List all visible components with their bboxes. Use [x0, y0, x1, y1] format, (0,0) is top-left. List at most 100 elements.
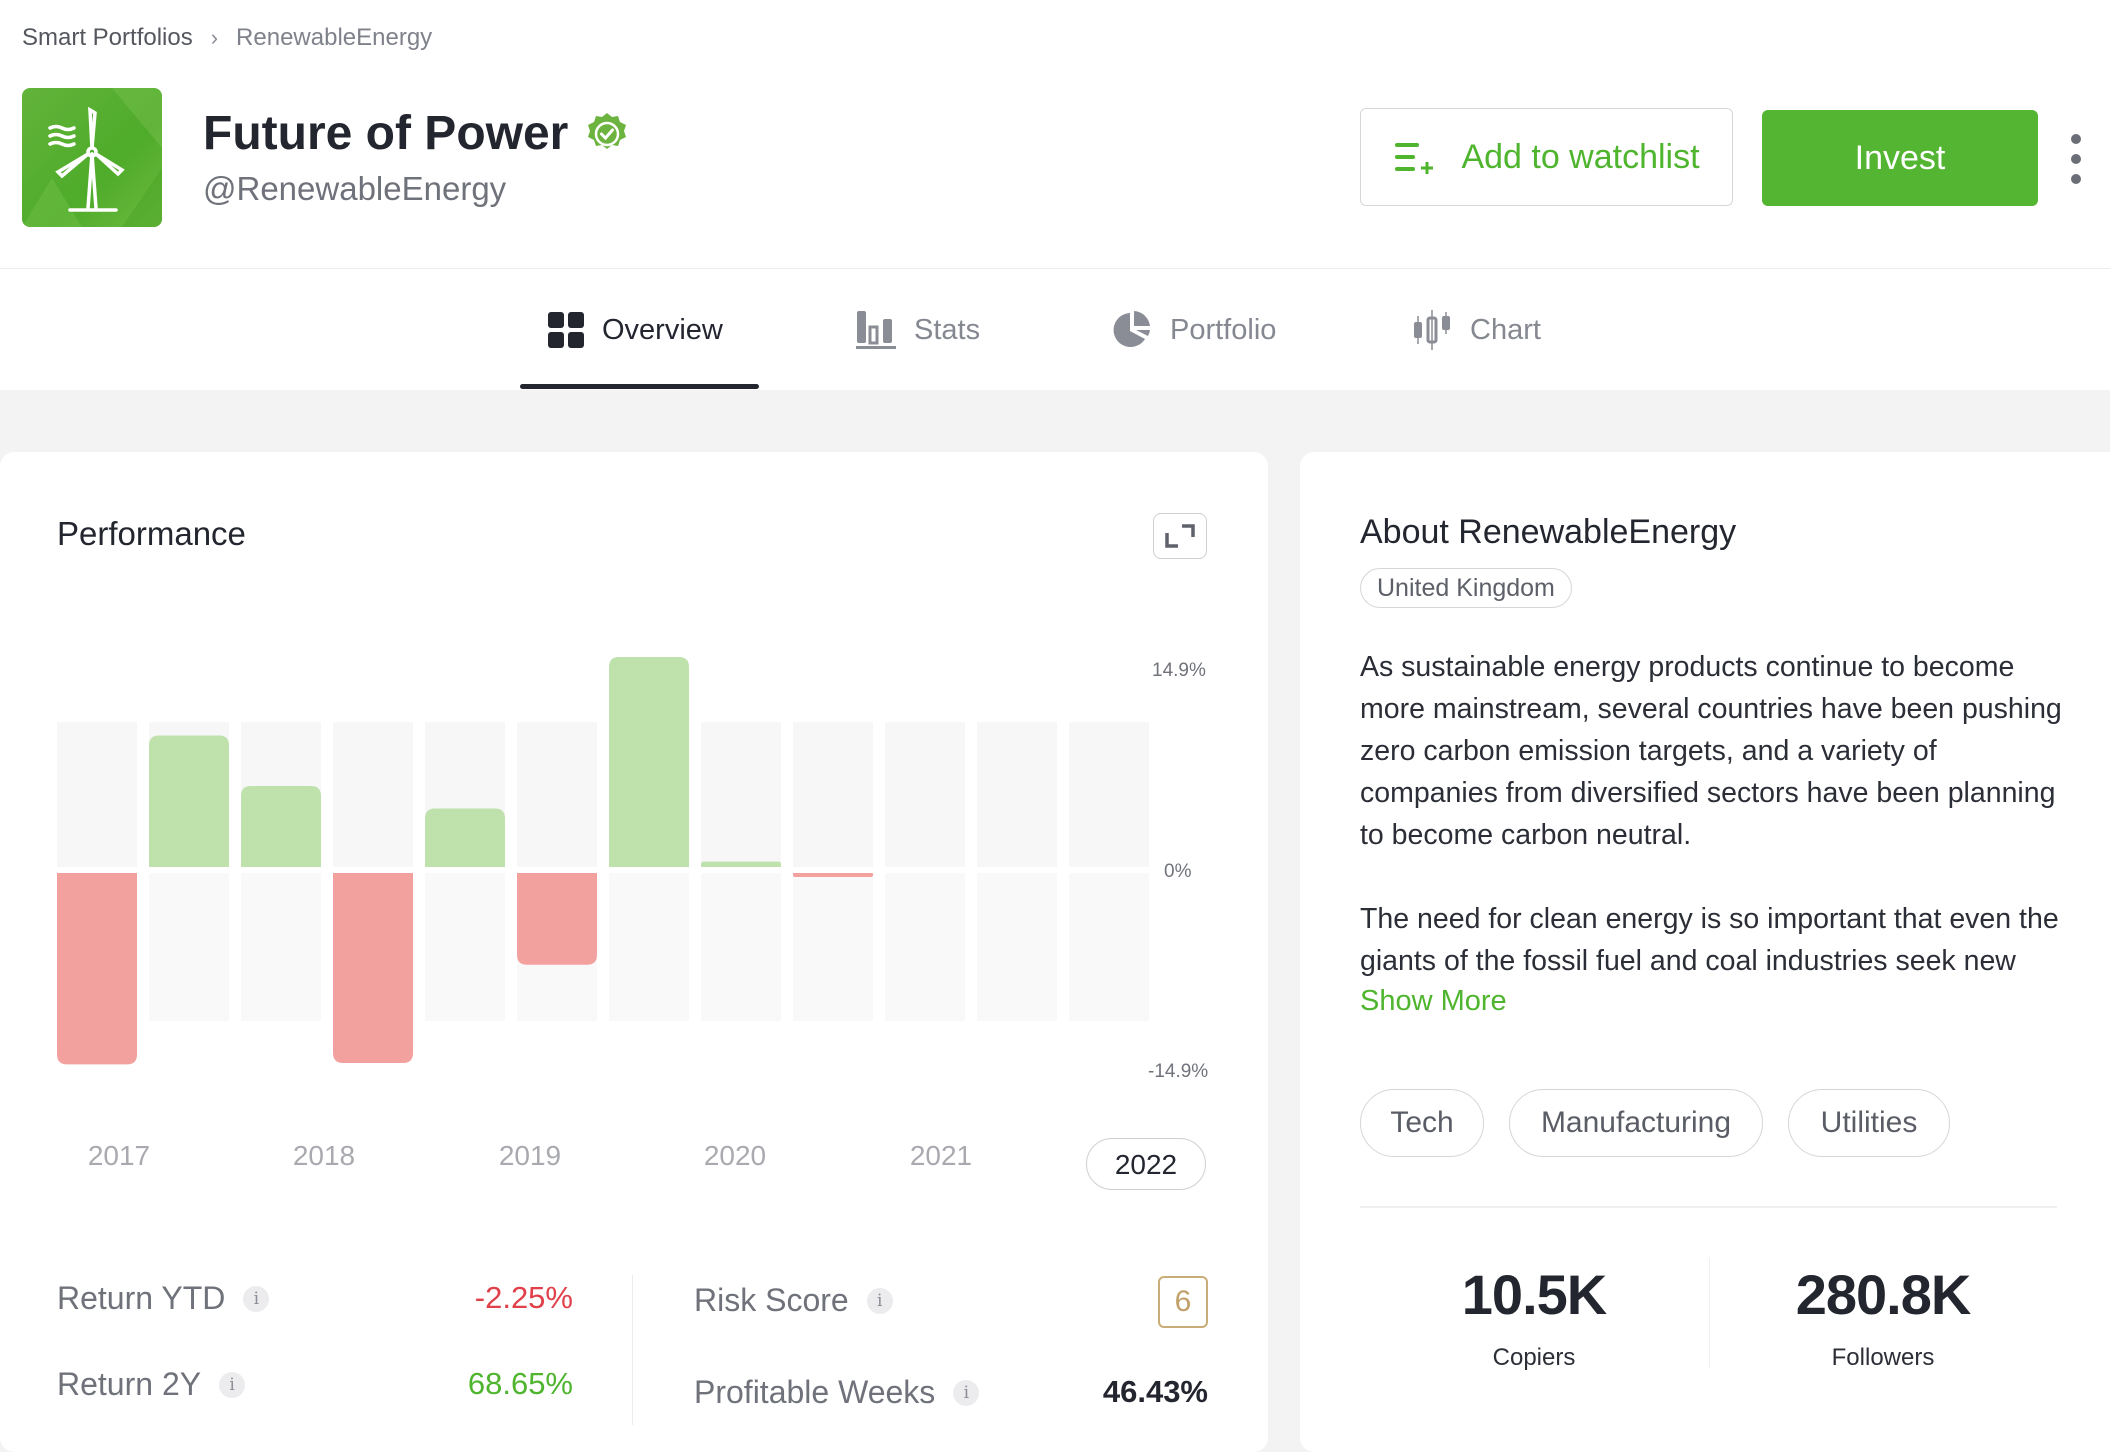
followers-count: 280.8K	[1795, 1263, 1972, 1326]
bar-jul[interactable]	[609, 657, 689, 867]
risk-score-badge: 6	[1158, 1276, 1208, 1328]
year-2018[interactable]: 2018	[264, 1140, 384, 1172]
candlestick-icon	[1414, 310, 1450, 350]
pie-chart-icon	[1113, 311, 1150, 347]
bar-chart-icon	[856, 311, 896, 349]
return-ytd-label: Return YTD i	[57, 1280, 270, 1317]
stats-divider	[632, 1275, 633, 1425]
stat-label-text: Risk Score	[694, 1282, 849, 1318]
bar-sep[interactable]	[793, 873, 873, 877]
tag-tech[interactable]: Tech	[1360, 1089, 1484, 1157]
expand-chart-button[interactable]	[1153, 513, 1207, 559]
about-paragraph-2: The need for clean energy is so importan…	[1360, 903, 2059, 977]
bar-jun[interactable]	[517, 873, 597, 965]
bar-jan[interactable]	[57, 873, 137, 1065]
info-icon[interactable]: i	[866, 1287, 893, 1314]
y-tick-label: 0%	[1164, 861, 1192, 882]
tab-label: Stats	[914, 313, 981, 346]
tab-label: Chart	[1470, 313, 1541, 346]
social-divider	[1709, 1258, 1710, 1368]
year-2022-selected[interactable]: 2022	[1086, 1138, 1206, 1190]
bar-track-negative	[609, 873, 689, 1021]
info-icon[interactable]: i	[219, 1371, 246, 1398]
bar-may[interactable]	[425, 808, 505, 867]
bar-apr[interactable]	[333, 873, 413, 1064]
stat-label-text: Return 2Y	[57, 1366, 202, 1402]
year-2017[interactable]: 2017	[59, 1140, 179, 1172]
performance-chart	[57, 657, 1149, 1065]
portfolio-handle: @RenewableEnergy	[203, 170, 507, 207]
chevron-right-icon: ›	[210, 25, 219, 50]
show-more-link[interactable]: Show More	[1360, 985, 1507, 1018]
year-2021[interactable]: 2021	[881, 1140, 1001, 1172]
tab-label: Portfolio	[1170, 313, 1277, 346]
wind-turbine-icon	[22, 88, 162, 227]
expand-icon	[1165, 524, 1195, 548]
info-icon[interactable]: i	[953, 1379, 980, 1406]
list-add-icon	[1395, 143, 1434, 174]
watchlist-label: Add to watchlist	[1461, 137, 1700, 176]
performance-title: Performance	[57, 515, 246, 552]
tag-manufacturing[interactable]: Manufacturing	[1509, 1089, 1763, 1157]
breadcrumb: Smart Portfolios › RenewableEnergy	[22, 24, 432, 52]
about-paragraph-1: As sustainable energy products continue …	[1360, 651, 2062, 851]
bar-track-negative	[149, 873, 229, 1021]
info-icon[interactable]: i	[243, 1285, 270, 1312]
header-divider	[0, 268, 2110, 269]
more-options-icon[interactable]	[2064, 134, 2088, 184]
invest-button[interactable]: Invest	[1762, 110, 2038, 206]
bar-track-positive	[885, 722, 965, 867]
title-text: Future of Power	[203, 107, 569, 160]
bar-track-negative	[1069, 873, 1149, 1021]
country-chip: United Kingdom	[1360, 568, 1572, 608]
stat-label-text: Profitable Weeks	[694, 1374, 936, 1410]
bar-track-positive	[793, 722, 873, 867]
grid-icon	[548, 312, 584, 348]
bar-track-negative	[793, 873, 873, 1021]
tab-stats[interactable]: Stats	[856, 302, 980, 358]
breadcrumb-parent-link[interactable]: Smart Portfolios	[22, 24, 193, 52]
about-title: About RenewableEnergy	[1360, 513, 1737, 551]
portfolio-logo	[22, 88, 162, 227]
copiers-count: 10.5K	[1461, 1263, 1607, 1326]
tab-portfolio[interactable]: Portfolio	[1112, 302, 1276, 358]
bar-track-positive	[57, 722, 137, 867]
risk-score-label: Risk Score i	[694, 1282, 893, 1319]
copiers-label: Copiers	[1492, 1344, 1576, 1371]
year-2020[interactable]: 2020	[675, 1140, 795, 1172]
return-ytd-value: -2.25%	[474, 1280, 573, 1315]
verified-badge-icon	[588, 112, 627, 149]
tag-utilities[interactable]: Utilities	[1788, 1089, 1950, 1157]
bar-track-negative	[701, 873, 781, 1021]
portfolio-title: Future of Power	[203, 106, 630, 161]
active-tab-indicator	[520, 384, 759, 389]
bar-track-positive	[333, 722, 413, 867]
profitable-weeks-label: Profitable Weeks i	[694, 1374, 980, 1411]
breadcrumb-current: RenewableEnergy	[236, 24, 433, 51]
tab-label: Overview	[602, 313, 723, 346]
tab-overview[interactable]: Overview	[548, 302, 723, 358]
bar-track-positive	[1069, 722, 1149, 867]
bar-track-positive	[701, 722, 781, 867]
profitable-weeks-value: 46.43%	[1102, 1374, 1208, 1409]
bar-track-negative	[241, 873, 321, 1021]
bar-track-negative	[977, 873, 1057, 1021]
year-2019[interactable]: 2019	[470, 1140, 590, 1172]
bar-track-negative	[425, 873, 505, 1021]
bar-feb[interactable]	[149, 735, 229, 867]
about-divider	[1360, 1206, 2057, 1208]
add-to-watchlist-button[interactable]: Add to watchlist	[1360, 108, 1733, 206]
bar-mar[interactable]	[241, 785, 321, 867]
stat-label-text: Return YTD	[57, 1280, 226, 1316]
bar-track-positive	[517, 722, 597, 867]
y-tick-label: 14.9%	[1152, 660, 1206, 681]
bar-track-negative	[885, 873, 965, 1021]
bar-aug[interactable]	[701, 861, 781, 867]
return-2y-value: 68.65%	[467, 1366, 573, 1401]
return-2y-label: Return 2Y i	[57, 1366, 246, 1403]
tab-chart[interactable]: Chart	[1412, 302, 1541, 358]
bar-track-positive	[977, 722, 1057, 867]
header: Smart Portfolios › RenewableEnergy Futur…	[0, 0, 2110, 390]
y-tick-label: -14.9%	[1148, 1061, 1209, 1082]
followers-label: Followers	[1831, 1344, 1935, 1371]
